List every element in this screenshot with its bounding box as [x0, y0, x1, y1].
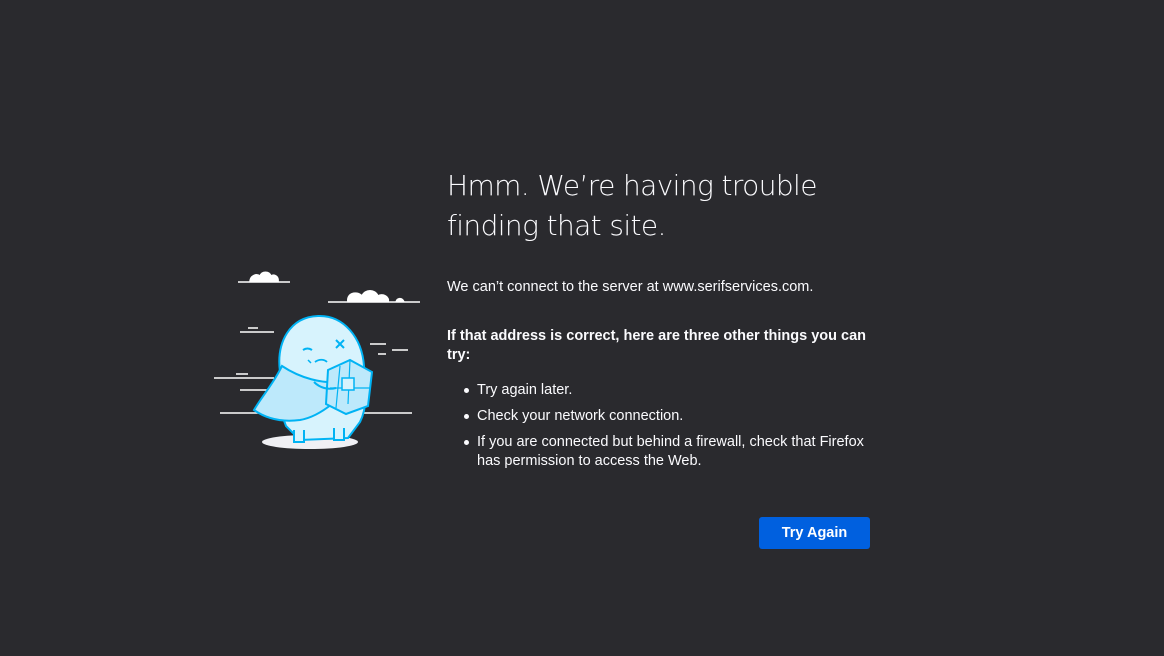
- suggestions-heading: If that address is correct, here are thr…: [447, 328, 867, 363]
- suggestion-item: Try again later.: [464, 381, 877, 400]
- error-title: Hmm. We’re having trouble finding that s…: [447, 169, 817, 242]
- try-again-button[interactable]: Try Again: [759, 517, 870, 549]
- error-page: Hmm. We’re having trouble finding that s…: [0, 0, 1164, 656]
- server-message: We can’t connect to the server at www.se…: [447, 279, 814, 295]
- suggestion-item: If you are connected but behind a firewa…: [464, 433, 877, 471]
- cloud-icon: [238, 271, 420, 303]
- dino-character: [252, 314, 374, 443]
- suggestions-list: Try again later. Check your network conn…: [447, 381, 877, 471]
- error-content: Hmm. We’re having trouble finding that s…: [447, 166, 877, 478]
- lost-dino-illustration: [214, 271, 420, 449]
- suggestion-item: Check your network connection.: [464, 407, 877, 426]
